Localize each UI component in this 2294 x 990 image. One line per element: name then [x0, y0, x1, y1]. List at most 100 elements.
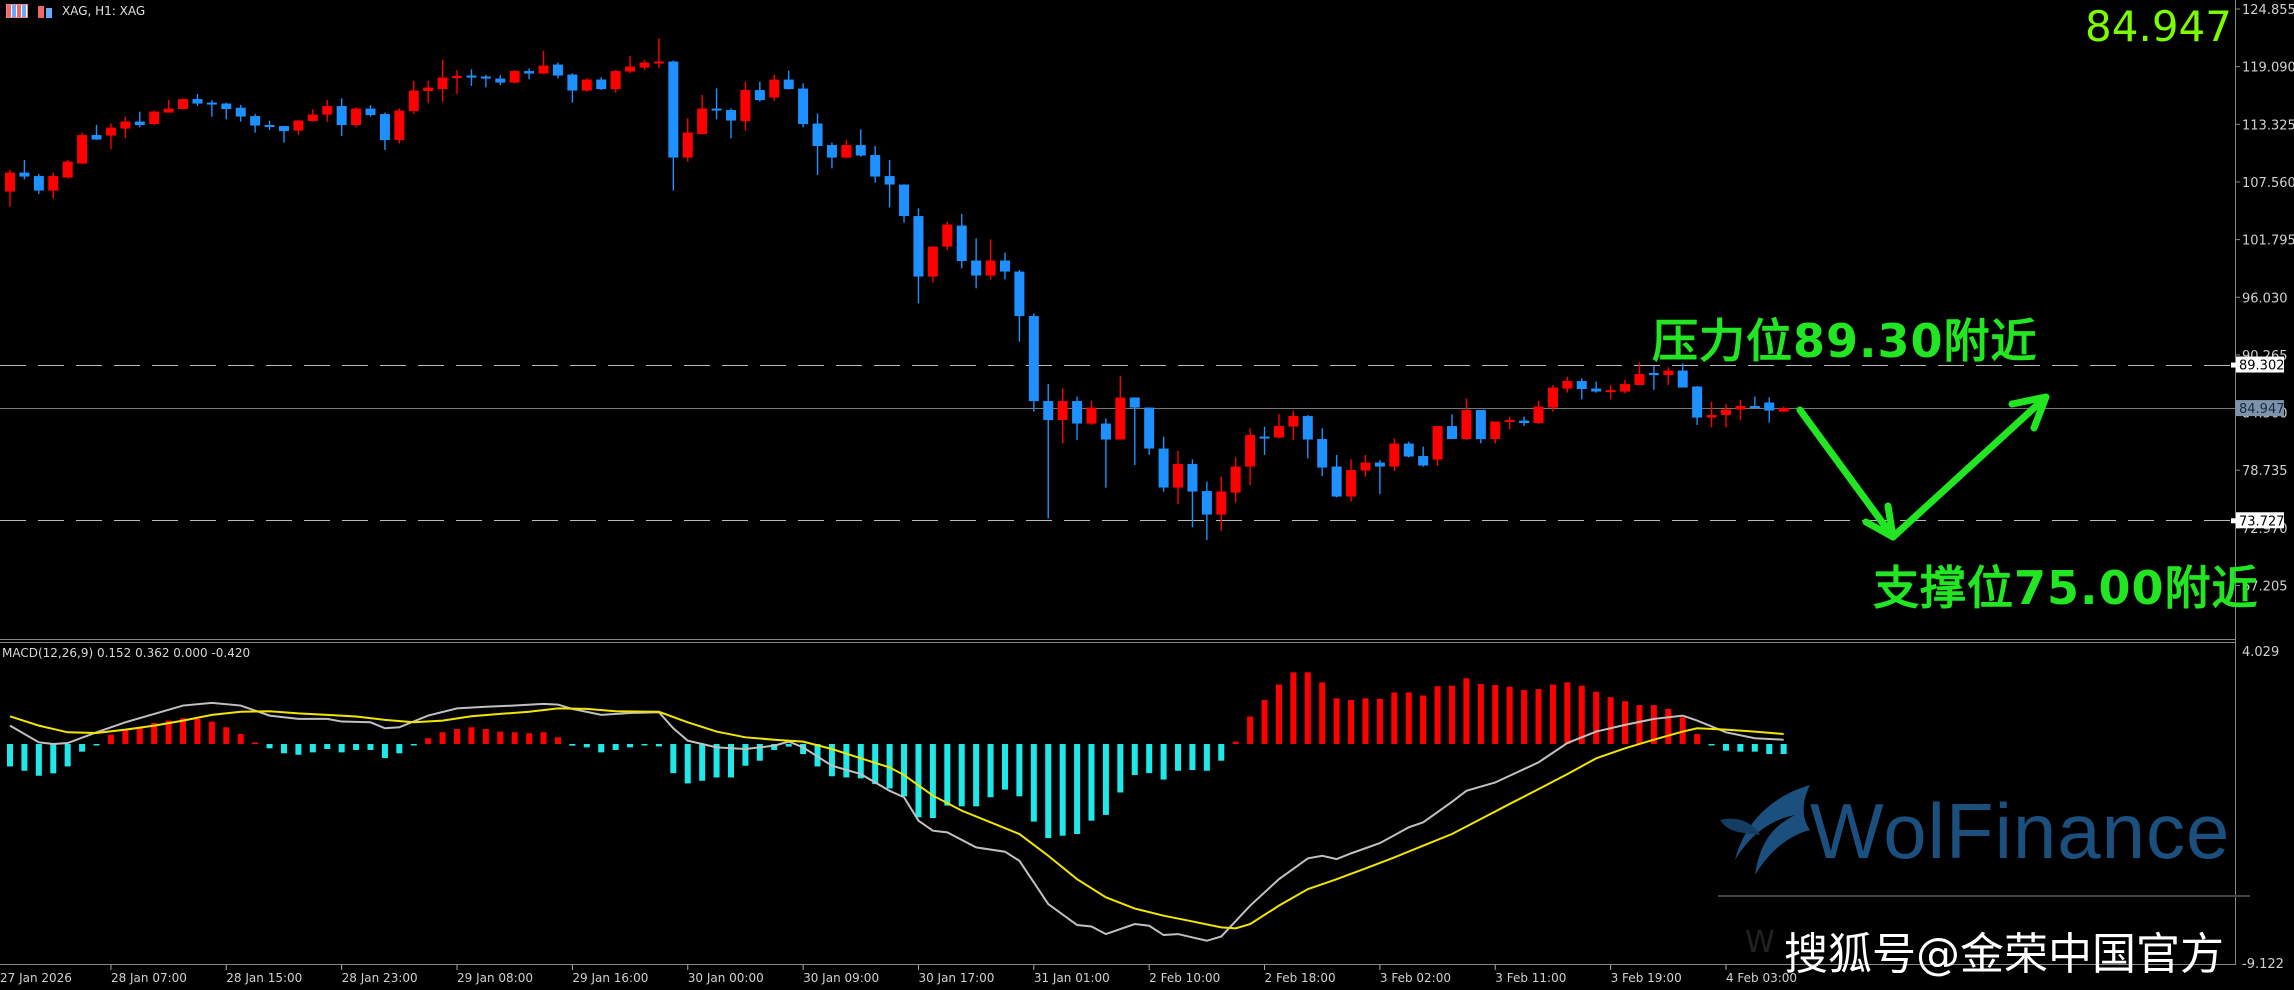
price-tick-label: 78.735: [2242, 464, 2288, 479]
candle: [1692, 386, 1703, 425]
candle-body: [1028, 316, 1039, 402]
macd-histogram-bar: [713, 744, 720, 778]
candle: [1374, 459, 1385, 495]
macd-histogram-bar: [655, 744, 662, 747]
candle-body: [769, 79, 780, 98]
macd-histogram-bar: [1405, 692, 1412, 744]
macd-histogram-bar: [929, 744, 936, 819]
candle-body: [192, 99, 203, 104]
candle: [1432, 426, 1443, 467]
candle-body: [1648, 373, 1659, 376]
macd-histogram-bar: [21, 744, 28, 771]
macd-histogram-bar: [1247, 716, 1254, 744]
macd-histogram-bar: [1131, 744, 1138, 776]
candle-body: [1216, 491, 1227, 515]
candle-body: [1432, 426, 1443, 460]
time-label: 29 Jan 08:00: [457, 971, 533, 985]
candle-body: [653, 61, 664, 64]
candle: [1461, 398, 1472, 441]
candle-body: [783, 79, 794, 90]
candle-body: [134, 121, 145, 126]
macd-histogram-bar: [1506, 686, 1513, 744]
level-handle[interactable]: [2231, 518, 2236, 524]
macd-histogram-bar: [1146, 744, 1153, 774]
logo-text: WolFinance: [1810, 787, 2231, 875]
candle: [1216, 476, 1227, 531]
candle-body: [33, 176, 44, 191]
macd-histogram-bar: [1160, 744, 1167, 780]
macd-histogram-bar: [1275, 684, 1282, 744]
candle: [1533, 400, 1544, 425]
signal-line: [9, 707, 1784, 930]
last-price-display: 84.947: [2085, 2, 2232, 51]
macd-histogram-bar: [915, 744, 922, 818]
candle-body: [1677, 370, 1688, 388]
watermark-divider: [1718, 895, 2250, 897]
chart-header: XAG, H1: XAG: [6, 2, 145, 20]
candle-body: [855, 145, 866, 156]
candle: [610, 69, 621, 93]
forecast-arrow: [1796, 393, 2050, 541]
candle-body: [1576, 381, 1587, 390]
time-label-start: 27 Jan 2026: [0, 971, 72, 985]
macd-histogram-bar: [7, 744, 13, 767]
candle: [740, 81, 751, 131]
macd-histogram-bar: [684, 744, 691, 784]
candle: [1620, 379, 1631, 394]
time-label: 30 Jan 00:00: [688, 971, 764, 985]
candle-body: [1562, 381, 1573, 389]
candle-body: [1547, 387, 1558, 408]
candle: [956, 213, 967, 269]
candle: [1187, 459, 1198, 528]
candle-body: [1086, 407, 1097, 424]
candle-body: [740, 90, 751, 122]
table-icon[interactable]: [6, 4, 28, 18]
macd-line: [9, 701, 1784, 942]
candle: [1302, 415, 1313, 459]
candle: [1634, 362, 1645, 386]
macd-histogram-bar: [1564, 682, 1571, 744]
time-label: 28 Jan 15:00: [226, 971, 302, 985]
candle: [91, 124, 102, 140]
macd-histogram-bar: [901, 744, 908, 797]
macd-histogram-bar: [425, 738, 432, 744]
macd-histogram-bar: [194, 718, 201, 744]
candle-body: [1749, 406, 1760, 409]
candle-body: [971, 260, 982, 276]
candle: [1605, 384, 1616, 400]
candle-body: [581, 79, 592, 91]
candle-body: [336, 106, 347, 126]
candle: [1028, 313, 1039, 412]
time-label: 29 Jan 16:00: [572, 971, 648, 985]
candle-body: [999, 260, 1010, 272]
time-label: 3 Feb 19:00: [1611, 971, 1682, 985]
candle-body: [1634, 374, 1645, 386]
candle-body: [899, 184, 910, 217]
candle: [1418, 446, 1429, 467]
candle-body: [1504, 420, 1515, 423]
macd-histogram-bar: [1751, 744, 1758, 752]
candle-body: [5, 172, 15, 192]
candle-body: [1620, 384, 1631, 392]
macd-histogram-bar: [944, 744, 951, 806]
level-handle[interactable]: [2231, 362, 2236, 368]
candle: [726, 108, 736, 139]
chart-icon[interactable]: [36, 4, 54, 18]
time-label: 30 Jan 17:00: [918, 971, 994, 985]
candle: [1360, 454, 1371, 477]
candle: [1100, 418, 1111, 488]
candle-body: [250, 116, 261, 126]
macd-histogram-bar: [1333, 698, 1340, 744]
candle-body: [235, 107, 246, 117]
macd-histogram-bar: [1492, 685, 1499, 744]
macd-histogram-bar: [641, 744, 648, 746]
candle-body: [1173, 464, 1184, 488]
candle: [1043, 383, 1054, 519]
time-label: 2 Feb 10:00: [1149, 971, 1220, 985]
candle-body: [1346, 470, 1357, 497]
candle-body: [1605, 390, 1616, 393]
candle: [1519, 416, 1530, 427]
macd-histogram-bar: [1290, 672, 1297, 744]
candle-body: [351, 108, 362, 126]
candle-body: [1533, 406, 1544, 424]
